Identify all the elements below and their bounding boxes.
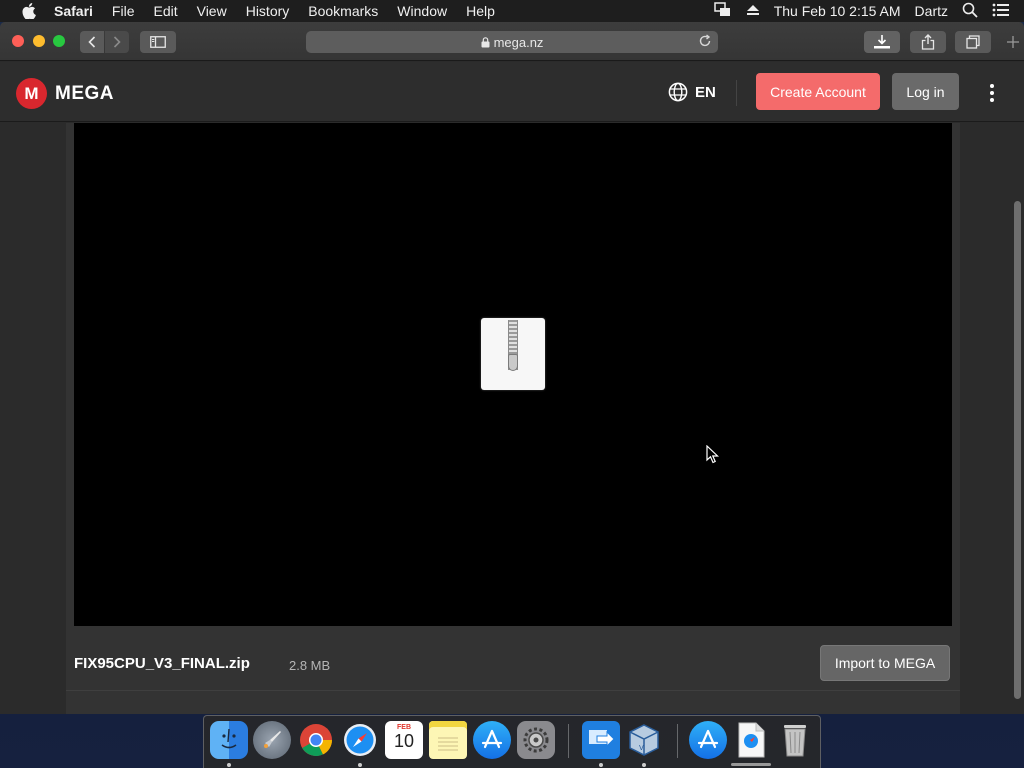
dock: FEB 10 V [203,715,821,768]
file-name: FIX95CPU_V3_FINAL.zip [74,655,250,672]
download-progress-indicator [731,763,771,766]
migration-assistant-running-indicator [599,763,603,767]
plus-icon [1007,36,1019,48]
back-button[interactable] [80,31,104,53]
launchpad-icon[interactable] [253,721,291,759]
menu-bookmarks[interactable]: Bookmarks [308,3,378,19]
tabs-overview-icon [966,35,980,49]
language-selector[interactable]: EN [668,82,716,102]
dock-separator-2 [677,724,678,758]
virtualbox-icon[interactable]: V [625,721,663,759]
chevron-right-icon [113,36,121,48]
trash-icon[interactable] [776,721,814,759]
screen-mirroring-icon[interactable] [713,1,732,21]
sidebar-toggle-button[interactable] [140,31,176,53]
notification-center-icon[interactable] [992,3,1010,20]
eject-icon[interactable] [746,3,760,19]
zipper-pull-icon [508,354,518,371]
browser-toolbar: mega.nz [0,22,1024,61]
virtualbox-running-indicator [642,763,646,767]
import-to-mega-button[interactable]: Import to MEGA [820,645,950,681]
calendar-icon[interactable]: FEB 10 [385,721,423,759]
safari-window: mega.nz M MEGA EN Create Account Log in … [0,22,1024,714]
calendar-day: 10 [393,731,415,751]
file-size: 2.8 MB [289,658,331,673]
menu-window[interactable]: Window [397,3,447,19]
mouse-cursor-icon [706,445,719,464]
fullscreen-window-button[interactable] [53,35,65,47]
new-tab-button[interactable] [1002,31,1024,53]
file-info-bar: FIX95CPU_V3_FINAL.zip 2.8 MB Import to M… [66,635,960,691]
migration-assistant-icon[interactable] [582,721,620,759]
zip-file-icon [481,318,545,390]
share-button[interactable] [910,31,946,53]
share-icon [921,34,935,50]
menu-help[interactable]: Help [466,3,495,19]
menu-file[interactable]: File [112,3,135,19]
spotlight-search-icon[interactable] [962,2,978,21]
menu-user[interactable]: Dartz [915,3,948,19]
menu-edit[interactable]: Edit [153,3,177,19]
create-account-button[interactable]: Create Account [756,73,880,110]
menu-app-name[interactable]: Safari [54,3,93,19]
notes-icon[interactable] [429,721,467,759]
apple-menu-icon[interactable] [18,3,40,19]
mega-header: M MEGA EN Create Account Log in [0,62,1024,122]
download-icon [874,35,890,49]
downloads-button[interactable] [864,31,900,53]
globe-icon [668,82,688,102]
menu-bar: Safari File Edit View History Bookmarks … [0,0,1024,22]
sidebar-icon [150,36,166,48]
mega-logo-icon[interactable]: M [16,78,47,109]
show-tabs-button[interactable] [955,31,991,53]
forward-button[interactable] [105,31,129,53]
dock-separator [568,724,569,758]
login-button[interactable]: Log in [892,73,959,110]
calendar-month: FEB [397,724,411,731]
menu-history[interactable]: History [246,3,290,19]
page-content: FIX95CPU_V3_FINAL.zip 2.8 MB Import to M… [0,123,1024,714]
svg-text:V: V [639,744,644,752]
app-store-downloads-icon[interactable] [689,721,727,759]
chevron-left-icon [88,36,96,48]
close-window-button[interactable] [12,35,24,47]
file-preview-area [74,123,952,626]
finder-running-indicator [227,763,231,767]
minimize-window-button[interactable] [33,35,45,47]
finder-icon[interactable] [210,721,248,759]
document-icon[interactable] [732,721,770,759]
scrollbar-thumb[interactable] [1014,201,1021,699]
safari-running-indicator [358,763,362,767]
url-text: mega.nz [493,34,544,50]
menu-view[interactable]: View [197,3,227,19]
more-options-icon[interactable] [986,82,998,104]
system-preferences-icon[interactable] [517,721,555,759]
language-label: EN [695,83,716,101]
reload-icon[interactable] [698,34,712,48]
lock-icon [481,36,490,48]
mega-logo-text[interactable]: MEGA [55,83,114,105]
chrome-icon[interactable] [297,721,335,759]
address-bar[interactable]: mega.nz [306,31,718,53]
safari-icon[interactable] [341,721,379,759]
app-store-icon[interactable] [473,721,511,759]
mega-logo-letter: M [24,83,39,103]
header-divider [736,80,737,106]
menu-clock[interactable]: Thu Feb 10 2:15 AM [774,3,901,19]
